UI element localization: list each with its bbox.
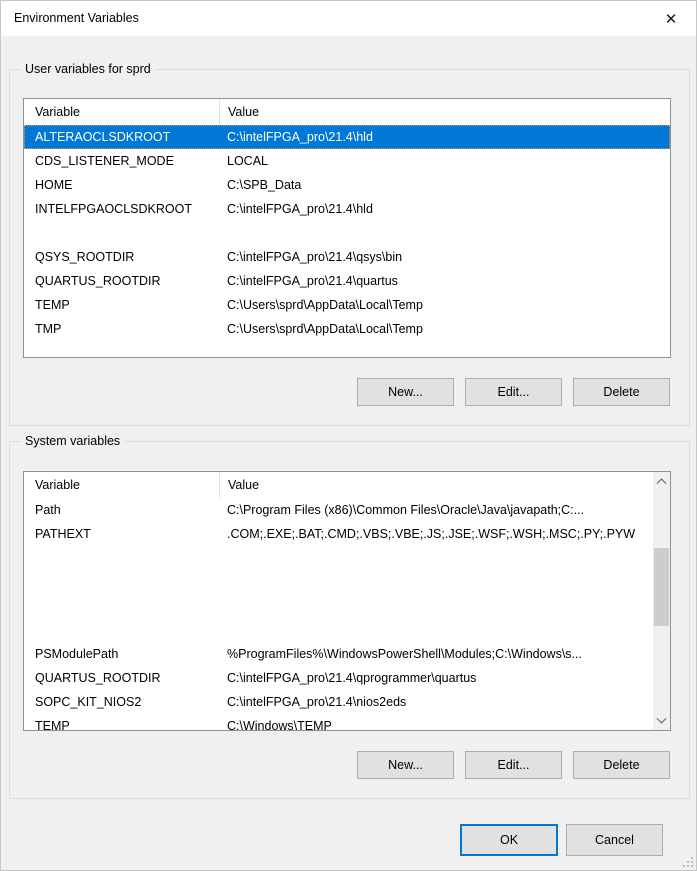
variable-name-cell: ALTERAOCLSDKROOT <box>24 125 219 149</box>
table-row[interactable]: SOPC_KIT_NIOS2 C:\intelFPGA_pro\21.4\nio… <box>24 690 653 714</box>
user-delete-button[interactable]: Delete <box>573 378 670 406</box>
variable-name-cell: PSModulePath <box>24 642 219 666</box>
table-row[interactable]: QUARTUS_ROOTDIR C:\intelFPGA_pro\21.4\qp… <box>24 666 653 690</box>
user-list-header: Variable Value <box>24 99 670 125</box>
system-list-header: Variable Value <box>24 472 653 498</box>
table-row[interactable]: ALTERAOCLSDKROOT C:\intelFPGA_pro\21.4\h… <box>24 125 670 149</box>
system-list-rows: Path C:\Program Files (x86)\Common Files… <box>24 498 653 731</box>
system-edit-button[interactable]: Edit... <box>465 751 562 779</box>
variable-value-cell <box>219 594 653 618</box>
variable-value-cell <box>219 618 653 642</box>
variable-value-cell: C:\intelFPGA_pro\21.4\hld <box>219 197 670 221</box>
variable-value-cell: C:\SPB_Data <box>219 173 670 197</box>
column-header-variable[interactable]: Variable <box>24 99 219 125</box>
variable-name-cell <box>24 618 219 642</box>
variable-value-cell <box>219 570 653 594</box>
table-row[interactable]: PATHEXT .COM;.EXE;.BAT;.CMD;.VBS;.VBE;.J… <box>24 522 653 546</box>
variable-name-cell: SOPC_KIT_NIOS2 <box>24 690 219 714</box>
column-header-value[interactable]: Value <box>219 472 653 498</box>
table-row[interactable]: QSYS_ROOTDIR C:\intelFPGA_pro\21.4\qsys\… <box>24 245 670 269</box>
scrollbar-thumb[interactable] <box>654 548 669 626</box>
ok-button[interactable]: OK <box>460 824 558 856</box>
variable-value-cell: C:\intelFPGA_pro\21.4\qsys\bin <box>219 245 670 269</box>
user-variables-group-label: User variables for sprd <box>21 62 155 76</box>
user-edit-button[interactable]: Edit... <box>465 378 562 406</box>
table-row[interactable] <box>24 570 653 594</box>
vertical-scrollbar[interactable] <box>653 472 670 730</box>
variable-name-cell: HOME <box>24 173 219 197</box>
resize-grip[interactable] <box>683 857 693 867</box>
table-row[interactable] <box>24 546 653 570</box>
variable-value-cell <box>219 221 670 245</box>
variable-name-cell: TEMP <box>24 714 219 731</box>
variable-value-cell: C:\intelFPGA_pro\21.4\qprogrammer\quartu… <box>219 666 653 690</box>
column-header-value[interactable]: Value <box>219 99 670 125</box>
table-row[interactable] <box>24 594 653 618</box>
table-row[interactable]: TEMP C:\Users\sprd\AppData\Local\Temp <box>24 293 670 317</box>
variable-name-cell: PATHEXT <box>24 522 219 546</box>
variable-name-cell <box>24 546 219 570</box>
table-row[interactable]: Path C:\Program Files (x86)\Common Files… <box>24 498 653 522</box>
scroll-down-button[interactable] <box>653 713 670 730</box>
variable-name-cell: TEMP <box>24 293 219 317</box>
table-row[interactable]: INTELFPGAOCLSDKROOT C:\intelFPGA_pro\21.… <box>24 197 670 221</box>
system-variables-group-label: System variables <box>21 434 124 448</box>
system-variables-list[interactable]: Variable Value Path C:\Program Files (x8… <box>23 471 671 731</box>
variable-value-cell: C:\Users\sprd\AppData\Local\Temp <box>219 293 670 317</box>
variable-name-cell: QSYS_ROOTDIR <box>24 245 219 269</box>
chevron-up-icon <box>657 478 667 488</box>
user-list-rows: ALTERAOCLSDKROOT C:\intelFPGA_pro\21.4\h… <box>24 125 670 341</box>
title-bar: Environment Variables ✕ <box>1 1 696 36</box>
table-row[interactable]: TMP C:\Users\sprd\AppData\Local\Temp <box>24 317 670 341</box>
variable-value-cell: %ProgramFiles%\WindowsPowerShell\Modules… <box>219 642 653 666</box>
variable-value-cell <box>219 546 653 570</box>
cancel-button[interactable]: Cancel <box>566 824 663 856</box>
variable-value-cell: LOCAL <box>219 149 670 173</box>
table-row[interactable] <box>24 618 653 642</box>
variable-name-cell: QUARTUS_ROOTDIR <box>24 269 219 293</box>
table-row[interactable]: PSModulePath %ProgramFiles%\WindowsPower… <box>24 642 653 666</box>
table-row[interactable]: QUARTUS_ROOTDIR C:\intelFPGA_pro\21.4\qu… <box>24 269 670 293</box>
variable-value-cell: C:\Windows\TEMP <box>219 714 653 731</box>
system-new-button[interactable]: New... <box>357 751 454 779</box>
column-header-variable[interactable]: Variable <box>24 472 219 498</box>
variable-value-cell: .COM;.EXE;.BAT;.CMD;.VBS;.VBE;.JS;.JSE;.… <box>219 522 653 546</box>
variable-value-cell: C:\intelFPGA_pro\21.4\nios2eds <box>219 690 653 714</box>
table-row[interactable] <box>24 221 670 245</box>
chevron-down-icon <box>657 714 667 724</box>
table-row[interactable]: TEMP C:\Windows\TEMP <box>24 714 653 731</box>
variable-name-cell <box>24 594 219 618</box>
variable-value-cell: C:\intelFPGA_pro\21.4\hld <box>219 125 670 149</box>
variable-name-cell: CDS_LISTENER_MODE <box>24 149 219 173</box>
variable-name-cell: Path <box>24 498 219 522</box>
close-icon: ✕ <box>665 10 678 28</box>
variable-name-cell: QUARTUS_ROOTDIR <box>24 666 219 690</box>
user-new-button[interactable]: New... <box>357 378 454 406</box>
dialog-title: Environment Variables <box>14 1 139 36</box>
system-delete-button[interactable]: Delete <box>573 751 670 779</box>
scroll-up-button[interactable] <box>653 472 670 489</box>
environment-variables-dialog: Environment Variables ✕ User variables f… <box>0 0 697 871</box>
variable-value-cell: C:\Program Files (x86)\Common Files\Orac… <box>219 498 653 522</box>
close-button[interactable]: ✕ <box>646 1 696 36</box>
variable-value-cell: C:\intelFPGA_pro\21.4\quartus <box>219 269 670 293</box>
user-variables-list[interactable]: Variable Value ALTERAOCLSDKROOT C:\intel… <box>23 98 671 358</box>
variable-name-cell: TMP <box>24 317 219 341</box>
variable-name-cell <box>24 570 219 594</box>
variable-name-cell: INTELFPGAOCLSDKROOT <box>24 197 219 221</box>
grip-dots <box>691 865 693 867</box>
variable-name-cell <box>24 221 219 245</box>
variable-value-cell: C:\Users\sprd\AppData\Local\Temp <box>219 317 670 341</box>
table-row[interactable]: CDS_LISTENER_MODE LOCAL <box>24 149 670 173</box>
table-row[interactable]: HOME C:\SPB_Data <box>24 173 670 197</box>
